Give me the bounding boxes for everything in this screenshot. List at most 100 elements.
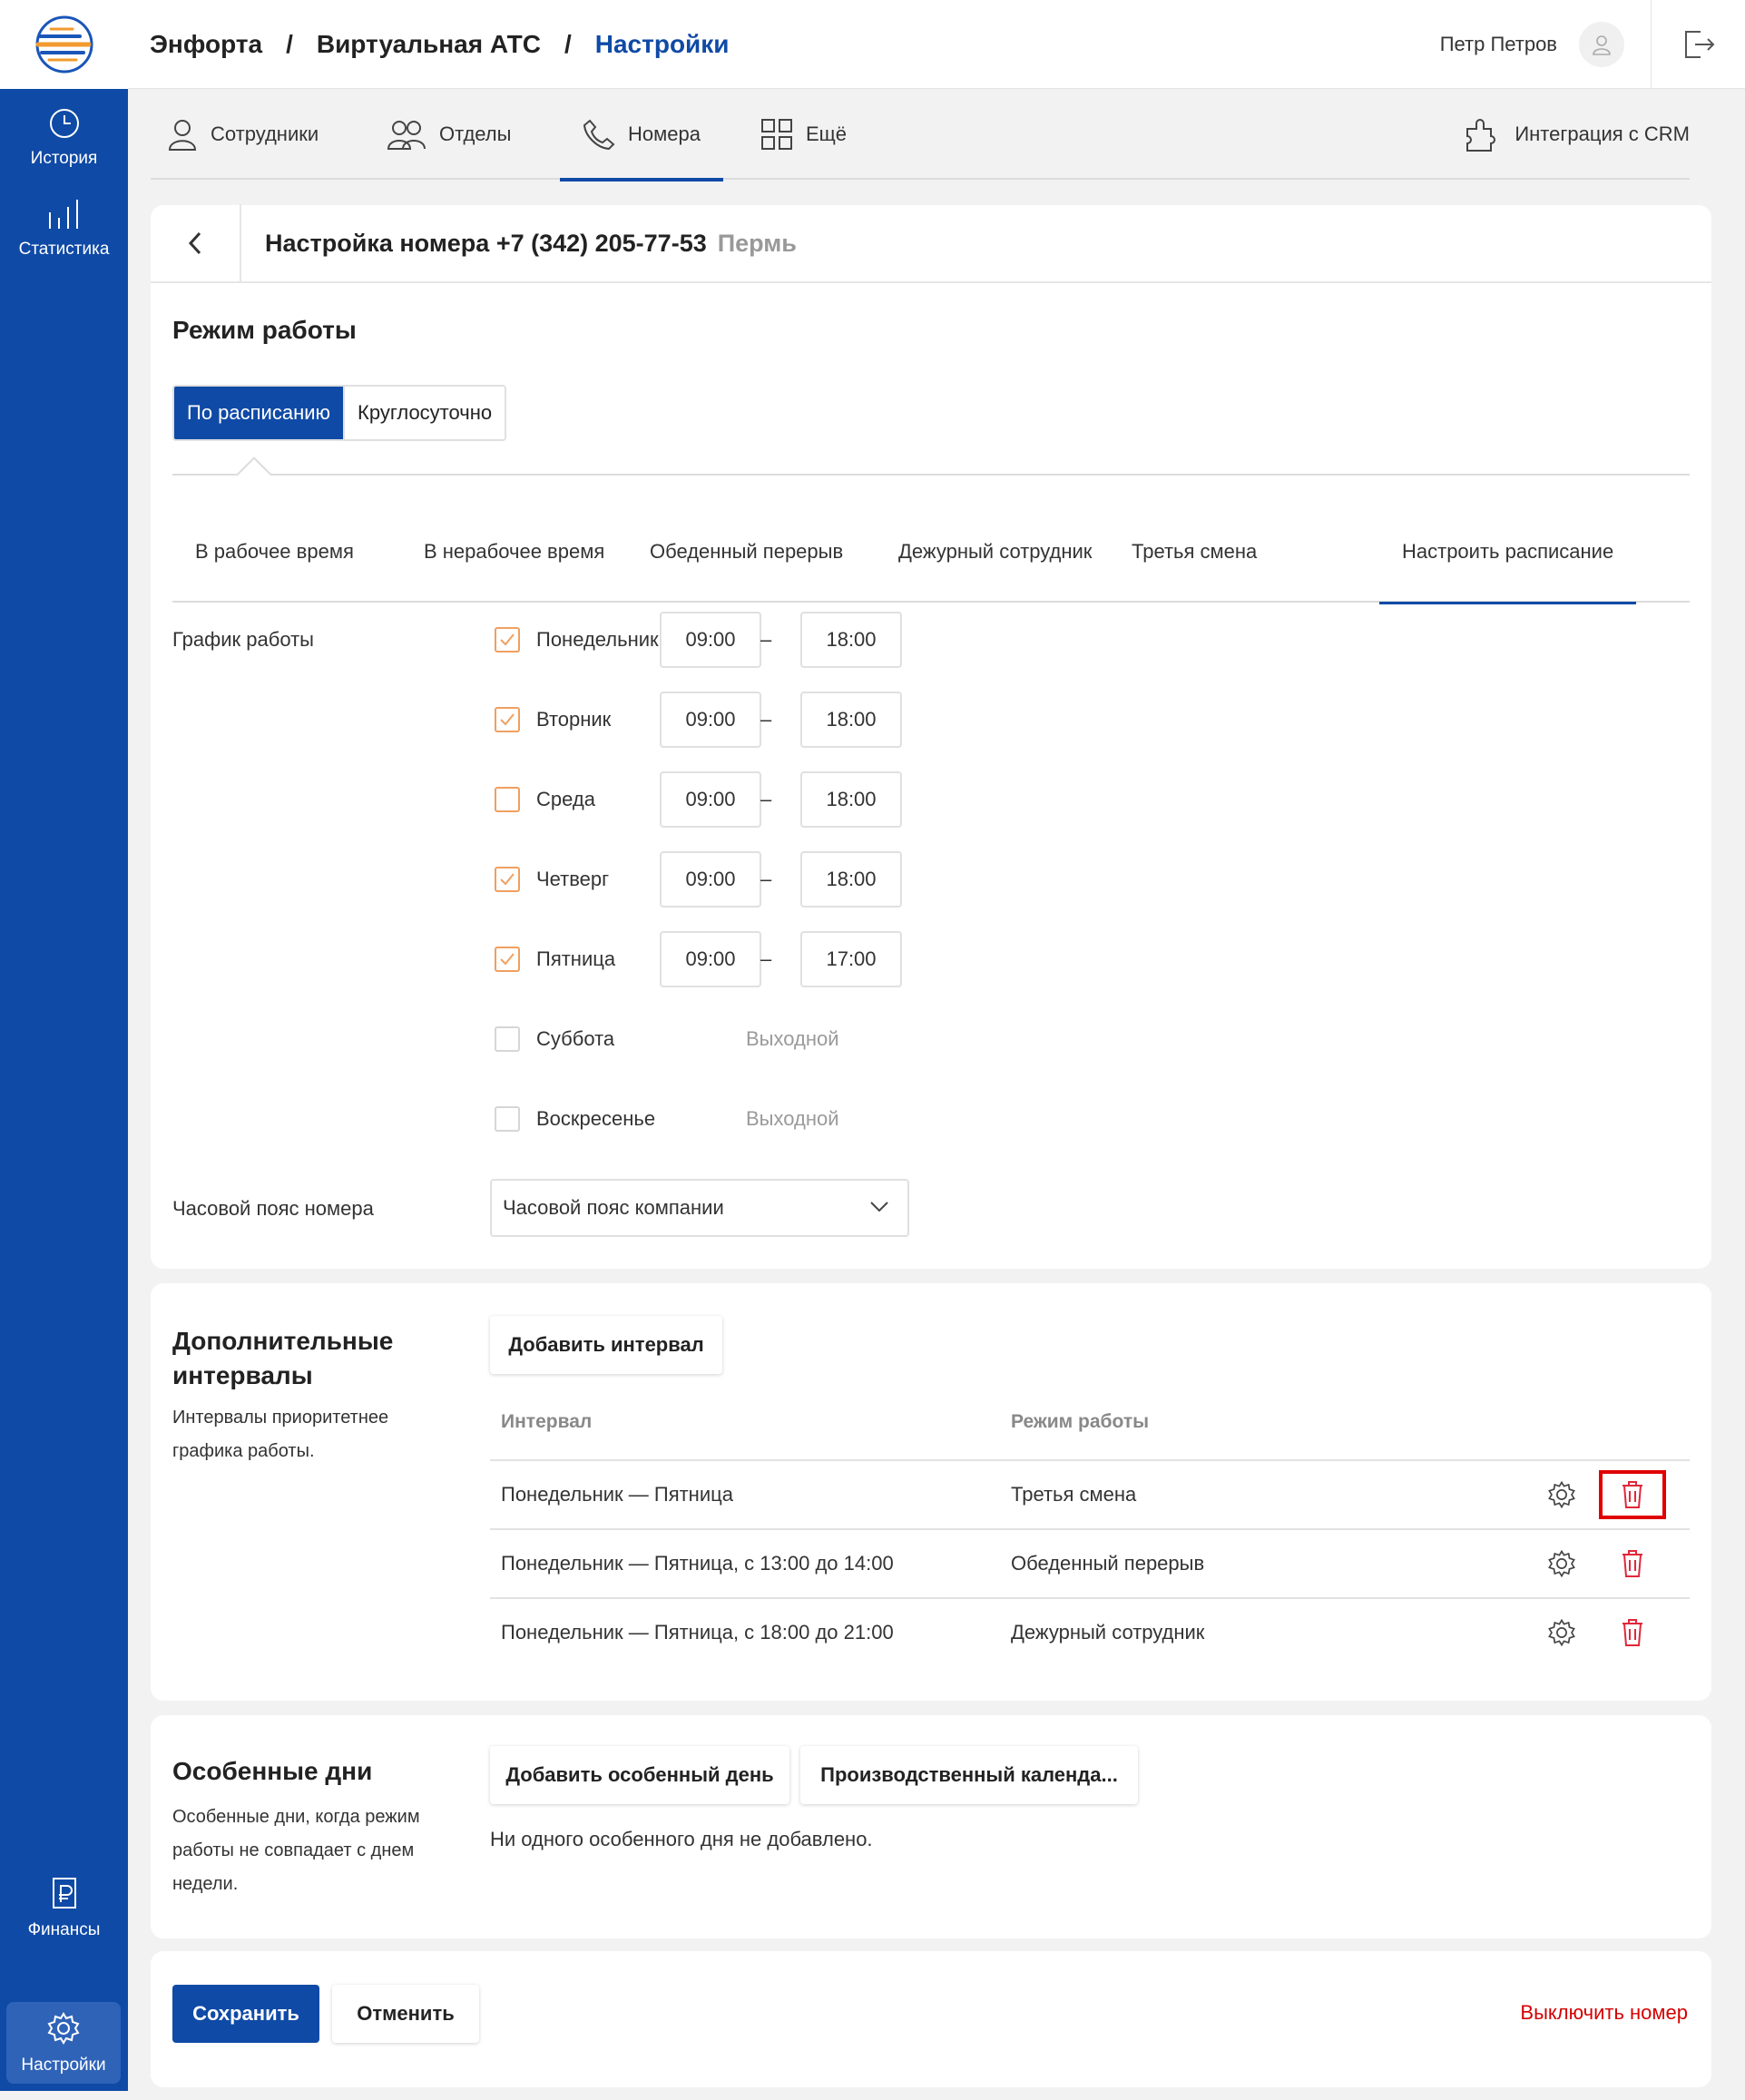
tab-numbers[interactable]: Номера	[560, 89, 723, 182]
intervals-description-line: графика работы.	[172, 1441, 315, 1461]
delete-button[interactable]	[1610, 1541, 1655, 1586]
crm-integration-link[interactable]: Интеграция с CRM	[1464, 89, 1690, 180]
mode-scheduled-button[interactable]: По расписанию	[174, 387, 344, 439]
day-name: Пятница	[536, 947, 616, 970]
users-icon	[387, 121, 426, 150]
day-checkbox[interactable]	[495, 1026, 520, 1052]
section-title-intervals-line2: интервалы	[172, 1361, 313, 1389]
logout-button[interactable]	[1651, 0, 1745, 89]
interval-cell: Понедельник — Пятница	[501, 1483, 733, 1506]
sidebar-item-label: Настройки	[21, 2056, 106, 2075]
user-icon	[168, 120, 197, 151]
time-to-input[interactable]: 18:00	[800, 612, 902, 668]
sidebar-item-history[interactable]: История	[0, 107, 128, 169]
gear-icon	[1548, 1618, 1575, 1647]
time-from-input[interactable]: 09:00	[660, 692, 761, 748]
add-special-day-button[interactable]: Добавить особенный день	[490, 1746, 789, 1804]
day-checkbox[interactable]	[495, 707, 520, 732]
check-icon	[500, 713, 515, 726]
tab-departments[interactable]: Отделы	[387, 89, 511, 180]
tab-employees[interactable]: Сотрудники	[167, 89, 319, 180]
time-from-input[interactable]: 09:00	[660, 771, 761, 828]
settings-button[interactable]	[1539, 1541, 1584, 1586]
production-calendar-button[interactable]: Производственный календа...	[800, 1746, 1138, 1804]
mode-24h-button[interactable]: Круглосуточно	[343, 387, 505, 439]
timezone-label: Часовой пояс номера	[172, 1197, 374, 1220]
user-name: Петр Петров	[1439, 33, 1557, 55]
user-icon	[1593, 35, 1611, 55]
special-days-empty-text: Ни одного особенного дня не добавлено.	[490, 1828, 873, 1850]
column-header-interval: Интервал	[501, 1411, 593, 1432]
intervals-card: Дополнительные интервалы Интервалы приор…	[151, 1283, 1711, 1701]
save-button[interactable]: Сохранить	[172, 1985, 319, 2043]
day-name: Воскресенье	[536, 1107, 656, 1130]
page-title: Настройка номера +7 (342) 205-77-53	[265, 229, 707, 257]
subtab-duty-employee[interactable]: Дежурный сотрудник	[898, 501, 1092, 603]
special-days-description: Особенные дни, когда режим работы не сов…	[172, 1801, 420, 1901]
day-name: Вторник	[536, 708, 612, 731]
settings-button[interactable]	[1539, 1610, 1584, 1655]
tab-label: Ещё	[806, 123, 848, 145]
day-checkbox[interactable]	[495, 1106, 520, 1132]
time-to-input[interactable]: 18:00	[800, 771, 902, 828]
day-name: Суббота	[536, 1027, 615, 1050]
subtab-working-time[interactable]: В рабочее время	[195, 501, 354, 603]
cancel-button[interactable]: Отменить	[332, 1985, 479, 2043]
clock-icon	[49, 109, 79, 138]
chevron-down-icon	[870, 1202, 888, 1212]
back-button[interactable]	[151, 204, 241, 282]
user-menu[interactable]: Петр Петров	[1440, 0, 1624, 89]
main-nav: Сотрудники Отделы Номера Ещё Интеграция …	[151, 89, 1690, 182]
sidebar-item-settings[interactable]: Настройки	[6, 2002, 121, 2084]
time-to-input[interactable]: 18:00	[800, 692, 902, 748]
breadcrumb-item[interactable]: Энфорта	[150, 30, 262, 59]
day-checkbox[interactable]	[495, 867, 520, 892]
special-days-description-line: Особенные дни, когда режим	[172, 1807, 420, 1827]
avatar[interactable]	[1579, 22, 1624, 67]
stats-icon	[48, 200, 78, 229]
logo[interactable]	[0, 0, 128, 89]
puzzle-icon	[1466, 119, 1496, 152]
logout-icon	[1684, 31, 1714, 58]
section-title-special-days: Особенные дни	[172, 1757, 373, 1785]
subtab-configure-schedule[interactable]: Настроить расписание	[1378, 501, 1637, 604]
breadcrumb-item[interactable]: Виртуальная АТС	[317, 30, 541, 59]
delete-button[interactable]	[1610, 1610, 1655, 1655]
time-to-input[interactable]: 17:00	[800, 931, 902, 987]
time-separator: –	[760, 708, 772, 731]
subtab-lunch-break[interactable]: Обеденный перерыв	[650, 501, 843, 603]
sidebar-item-label: История	[30, 149, 98, 168]
day-checkbox[interactable]	[495, 627, 520, 653]
mode-cell: Третья смена	[1011, 1483, 1137, 1506]
ruble-doc-icon	[52, 1878, 76, 1909]
day-checkbox[interactable]	[495, 947, 520, 972]
tab-more[interactable]: Ещё	[760, 89, 847, 180]
day-name: Четверг	[536, 868, 610, 890]
settings-button[interactable]	[1539, 1472, 1584, 1517]
time-to-input[interactable]: 18:00	[800, 851, 902, 908]
subtab-non-working-time[interactable]: В нерабочее время	[424, 501, 604, 603]
top-header: Энфорта / Виртуальная АТС / Настройки Пе…	[128, 0, 1745, 89]
time-from-input[interactable]: 09:00	[660, 931, 761, 987]
interval-cell: Понедельник — Пятница, с 18:00 до 21:00	[501, 1621, 894, 1644]
subtab-third-shift[interactable]: Третья смена	[1132, 501, 1257, 603]
mode-cell: Дежурный сотрудник	[1011, 1621, 1205, 1644]
tab-pointer	[236, 456, 272, 493]
time-from-input[interactable]: 09:00	[660, 612, 761, 668]
chevron-left-icon	[188, 231, 201, 255]
footer-actions-card: Сохранить Отменить Выключить номер	[151, 1951, 1711, 2087]
disable-number-link[interactable]: Выключить номер	[1520, 2001, 1688, 2025]
day-name: Среда	[536, 788, 595, 810]
delete-button[interactable]	[1599, 1470, 1666, 1519]
time-from-input[interactable]: 09:00	[660, 851, 761, 908]
sidebar-item-statistics[interactable]: Статистика	[0, 198, 128, 260]
timezone-select[interactable]: Часовой пояс компании	[490, 1179, 909, 1237]
add-interval-button[interactable]: Добавить интервал	[490, 1316, 722, 1374]
day-row-wednesday: Среда 09:00 – 18:00	[495, 771, 985, 828]
day-checkbox[interactable]	[495, 787, 520, 812]
tab-label: Номера	[628, 123, 701, 145]
sidebar: История Статистика Финансы Настройки	[0, 0, 128, 2091]
mode-cell: Обеденный перерыв	[1011, 1552, 1205, 1575]
sidebar-item-finance[interactable]: Финансы	[0, 1877, 128, 1940]
trash-icon	[1622, 1481, 1642, 1508]
